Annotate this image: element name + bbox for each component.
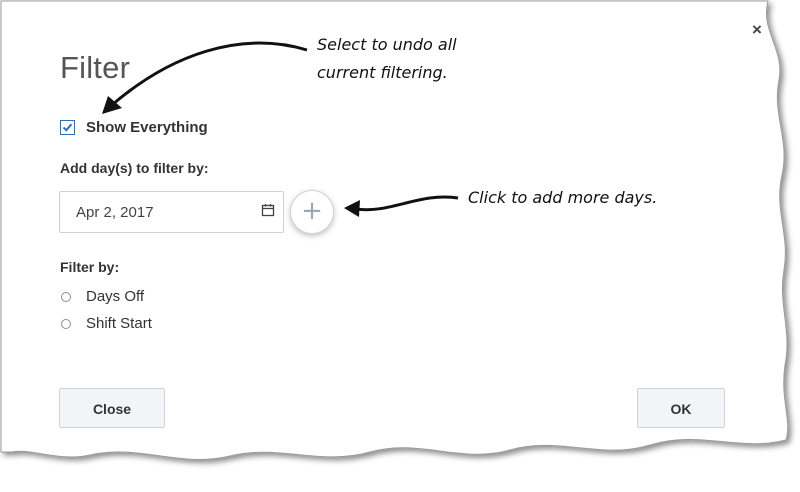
callout-arrows bbox=[102, 41, 459, 217]
add-days-arrowhead bbox=[344, 200, 360, 217]
undo-arrow bbox=[111, 41, 308, 107]
add-days-arrow bbox=[355, 195, 459, 212]
